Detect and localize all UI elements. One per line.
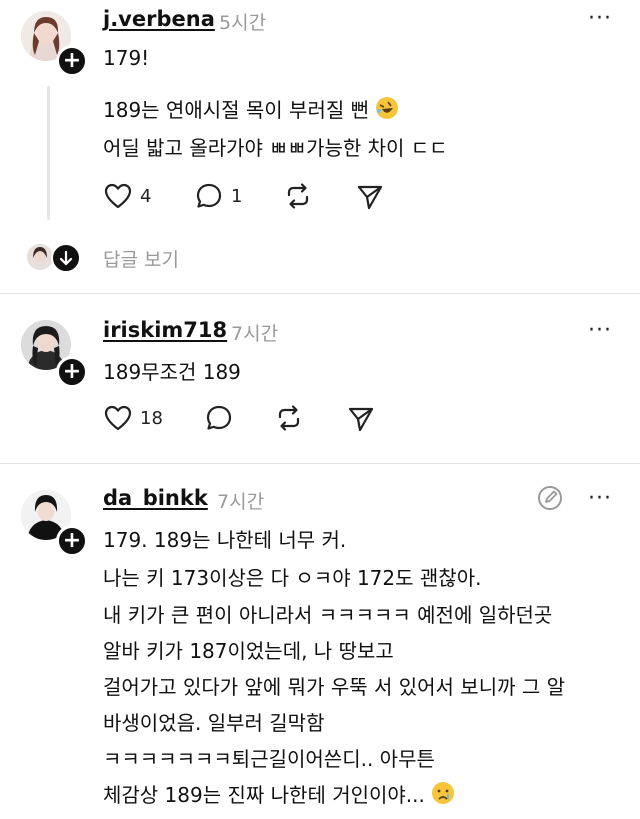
more-options-icon[interactable]: ··· [588, 318, 612, 343]
divider [0, 293, 640, 294]
heart-icon[interactable] [104, 405, 132, 431]
like-count: 18 [140, 408, 163, 429]
timestamp: 7시간 [217, 491, 265, 513]
more-options-icon[interactable]: ··· [588, 6, 612, 31]
reply-text-line: 어딜 밟고 올라가야 ㅃㅃ가능한 차이 ㄷㄷ [103, 136, 448, 160]
reply-text: 189는 연애시절 목이 부러질 뻔 [103, 94, 399, 125]
post-text-line-content: 체감상 189는 진짜 나한테 거인이야... [103, 783, 425, 807]
send-icon[interactable] [356, 183, 384, 211]
comment-icon[interactable] [195, 182, 223, 210]
plus-icon[interactable]: + [56, 525, 88, 557]
arrow-down-icon[interactable] [51, 243, 81, 273]
like-count: 4 [140, 186, 152, 207]
post-text-line: 179. 189는 나한테 너무 커. [103, 528, 347, 552]
more-options-icon[interactable]: ··· [588, 486, 612, 511]
thread-line [47, 86, 50, 220]
repost-icon[interactable] [283, 181, 313, 211]
replier-avatar [27, 244, 53, 270]
reply-text-line: 189는 연애시절 목이 부러질 뻔 [103, 98, 370, 122]
comment-icon[interactable] [205, 404, 233, 432]
username[interactable]: iriskim718 [103, 318, 227, 342]
edit-icon[interactable] [536, 484, 564, 512]
post-text-line: 걸어가고 있다가 앞에 뭐가 우뚝 서 있어서 보니까 그 알 [103, 675, 566, 699]
post-text: 189무조건 189 [103, 360, 241, 384]
post-text-line: 나는 키 173이상은 다 ㅇㅋ야 172도 괜찮아. [103, 566, 482, 590]
heart-icon[interactable] [104, 183, 132, 209]
comment-count: 1 [231, 186, 243, 207]
send-icon[interactable] [347, 405, 375, 433]
post-text-line: 체감상 189는 진짜 나한테 거인이야... [103, 779, 455, 810]
post-text-line: 내 키가 큰 편이 아니라서 ㅋㅋㅋㅋㅋ 예전에 일하던곳 [103, 603, 553, 627]
view-replies-link[interactable]: 답글 보기 [103, 245, 179, 272]
post-text-line: ㅋㅋㅋㅋㅋㅋㅋ퇴근길이어쓴디.. 아무튼 [103, 747, 435, 771]
plus-icon[interactable]: + [56, 45, 88, 77]
post-text: 179! [103, 46, 150, 70]
crying-face-emoji [431, 781, 455, 810]
username[interactable]: j.verbena [103, 7, 215, 31]
timestamp: 7시간 [231, 323, 279, 345]
post-text-line: 알바 키가 187이었는데, 나 땅보고 [103, 639, 394, 663]
rofl-emoji [375, 96, 399, 125]
plus-icon[interactable]: + [56, 356, 88, 388]
username[interactable]: da_binkk [103, 486, 208, 510]
timestamp: 5시간 [219, 12, 267, 34]
divider [0, 463, 640, 464]
post-text-line: 바생이었음. 일부러 길막함 [103, 711, 325, 735]
repost-icon[interactable] [274, 403, 304, 433]
